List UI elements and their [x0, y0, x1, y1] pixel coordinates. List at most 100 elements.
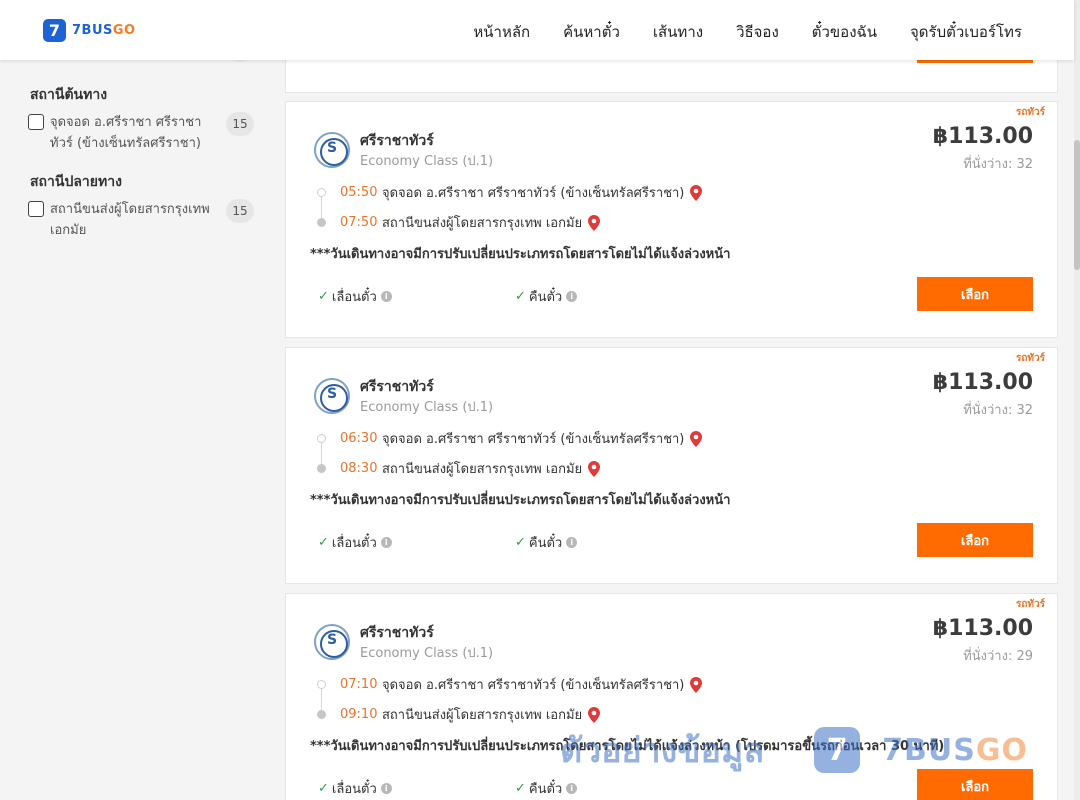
fare-price: ฿113.00: [932, 616, 1033, 641]
arrival-dot-icon: [317, 464, 326, 473]
nav-how-to-book[interactable]: วิธีจอง: [736, 20, 779, 44]
arrival-stop: สถานีขนส่งผู้โดยสารกรุงเทพ เอกมัย: [382, 462, 583, 477]
check-icon: ✓: [515, 535, 526, 550]
seats-available: ที่นั่งว่าง: 32: [963, 157, 1033, 172]
operator-name: ศรีราชาทัวร์: [360, 379, 434, 395]
arrival-time: 09:10: [340, 707, 378, 722]
map-pin-icon[interactable]: [690, 676, 703, 693]
bus-class: Economy Class (ป.1): [360, 154, 494, 169]
departure-row: 07:10 จุดจอด อ.ศรีราชา ศรีราชาทัวร์ (ข้า…: [340, 674, 703, 695]
bus-class: Economy Class (ป.1): [360, 646, 494, 661]
map-pin-icon[interactable]: [690, 184, 703, 201]
feature-refund[interactable]: ✓ คืนตั๋ว i: [515, 286, 578, 307]
origin-filter-option[interactable]: จุดจอด อ.ศรีราชา ศรีราชาทัวร์ (ข้างเซ็นท…: [28, 112, 258, 154]
departure-row: 05:50 จุดจอด อ.ศรีราชา ศรีราชาทัวร์ (ข้า…: [340, 182, 703, 203]
info-icon[interactable]: i: [380, 291, 392, 302]
origin-option-label: จุดจอด อ.ศรีราชา ศรีราชาทัวร์ (ข้างเซ็นท…: [50, 115, 202, 151]
check-icon: ✓: [515, 289, 526, 304]
operator-logo-icon: [314, 624, 350, 660]
info-icon[interactable]: i: [566, 783, 578, 794]
departure-stop: จุดจอด อ.ศรีราชา ศรีราชาทัวร์ (ข้างเซ็นท…: [382, 678, 685, 693]
feature-reschedule[interactable]: ✓ เลื่อนตั๋ว i: [318, 532, 392, 553]
arrival-row: 07:50 สถานีขนส่งผู้โดยสารกรุงเทพ เอกมัย: [340, 212, 601, 233]
select-trip-button[interactable]: เลือก: [917, 277, 1033, 311]
seats-available: ที่นั่งว่าง: 32: [963, 403, 1033, 418]
check-icon: ✓: [318, 289, 329, 304]
bus-type-tag: รถทัวร์: [1015, 599, 1045, 610]
operator-name: ศรีราชาทัวร์: [360, 133, 434, 149]
arrival-dot-icon: [317, 218, 326, 227]
page-scrollbar-track[interactable]: [1074, 0, 1080, 800]
feature-label: เลื่อนตั๋ว: [331, 290, 377, 305]
destination-filter-option[interactable]: สถานีขนส่งผู้โดยสารกรุงเทพ เอกมัย 15: [28, 199, 258, 241]
top-navbar: 7 7BUSGO หน้าหลัก ค้นหาตั๋ว เส้นทาง วิธี…: [0, 0, 1074, 60]
fare-price: ฿113.00: [932, 370, 1033, 395]
nav-pickup-points[interactable]: จุดรับตั๋วเบอร์โทร: [910, 20, 1022, 44]
operator-name: ศรีราชาทัวร์: [360, 625, 434, 641]
trip-note: ***วันเดินทางอาจมีการปรับเปลี่ยนประเภทรถ…: [310, 739, 945, 754]
departure-time: 06:30: [340, 431, 378, 446]
arrival-stop: สถานีขนส่งผู้โดยสารกรุงเทพ เอกมัย: [382, 708, 583, 723]
info-icon[interactable]: i: [566, 291, 578, 302]
select-trip-button[interactable]: เลือก: [917, 769, 1033, 800]
departure-dot-icon: [317, 434, 326, 443]
arrival-row: 08:30 สถานีขนส่งผู้โดยสารกรุงเทพ เอกมัย: [340, 458, 601, 479]
map-pin-icon[interactable]: [588, 214, 601, 231]
arrival-time: 07:50: [340, 215, 378, 230]
check-icon: ✓: [318, 535, 329, 550]
info-icon[interactable]: i: [380, 783, 392, 794]
feature-reschedule[interactable]: ✓ เลื่อนตั๋ว i: [318, 286, 392, 307]
select-trip-button[interactable]: เลือก: [917, 523, 1033, 557]
trip-card: รถทัวร์ ศรีราชาทัวร์ Economy Class (ป.1)…: [285, 593, 1058, 800]
arrival-time: 08:30: [340, 461, 378, 476]
info-icon[interactable]: i: [380, 537, 392, 548]
map-pin-icon[interactable]: [588, 706, 601, 723]
destination-checkbox[interactable]: [28, 201, 44, 217]
departure-stop: จุดจอด อ.ศรีราชา ศรีราชาทัวร์ (ข้างเซ็นท…: [382, 186, 685, 201]
map-pin-icon[interactable]: [690, 430, 703, 447]
operator-logo-icon: [314, 132, 350, 168]
feature-label: เลื่อนตั๋ว: [331, 536, 377, 551]
trip-card: รถทัวร์ ศรีราชาทัวร์ Economy Class (ป.1)…: [285, 101, 1058, 338]
feature-refund[interactable]: ✓ คืนตั๋ว i: [515, 532, 578, 553]
feature-label: คืนตั๋ว: [528, 782, 563, 797]
map-pin-icon[interactable]: [588, 460, 601, 477]
info-icon[interactable]: i: [566, 537, 578, 548]
departure-row: 06:30 จุดจอด อ.ศรีราชา ศรีราชาทัวร์ (ข้า…: [340, 428, 703, 449]
destination-option-label: สถานีขนส่งผู้โดยสารกรุงเทพ เอกมัย: [50, 202, 210, 238]
feature-label: คืนตั๋ว: [528, 290, 563, 305]
departure-time: 07:10: [340, 677, 378, 692]
fare-price: ฿113.00: [932, 124, 1033, 149]
departure-dot-icon: [317, 680, 326, 689]
check-icon: ✓: [515, 781, 526, 796]
main-nav: หน้าหลัก ค้นหาตั๋ว เส้นทาง วิธีจอง ตั๋วข…: [440, 20, 1022, 44]
origin-count-badge: 15: [226, 112, 254, 136]
departure-stop: จุดจอด อ.ศรีราชา ศรีราชาทัวร์ (ข้างเซ็นท…: [382, 432, 685, 447]
trip-card: รถทัวร์ ศรีราชาทัวร์ Economy Class (ป.1)…: [285, 347, 1058, 584]
brand-logo[interactable]: 7 7BUSGO: [43, 19, 136, 42]
nav-search-tickets[interactable]: ค้นหาตั๋ว: [563, 20, 620, 44]
arrival-stop: สถานีขนส่งผู้โดยสารกรุงเทพ เอกมัย: [382, 216, 583, 231]
arrival-dot-icon: [317, 710, 326, 719]
trip-note: ***วันเดินทางอาจมีการปรับเปลี่ยนประเภทรถ…: [310, 247, 731, 262]
destination-filter-title: สถานีปลายทาง: [30, 174, 122, 190]
trip-note: ***วันเดินทางอาจมีการปรับเปลี่ยนประเภทรถ…: [310, 493, 731, 508]
logo-mark-icon: 7: [43, 19, 66, 42]
seats-available: ที่นั่งว่าง: 29: [963, 649, 1033, 664]
nav-my-tickets[interactable]: ตั๋วของฉัน: [812, 20, 877, 44]
check-icon: ✓: [318, 781, 329, 796]
bus-type-tag: รถทัวร์: [1015, 107, 1045, 118]
nav-home[interactable]: หน้าหลัก: [473, 20, 530, 44]
bus-type-tag: รถทัวร์: [1015, 353, 1045, 364]
bus-class: Economy Class (ป.1): [360, 400, 494, 415]
page-scrollbar-thumb[interactable]: [1074, 140, 1080, 270]
filter-sidebar: สถานีต้นทาง จุดจอด อ.ศรีราชา ศรีราชาทัวร…: [0, 52, 272, 800]
feature-reschedule[interactable]: ✓ เลื่อนตั๋ว i: [318, 778, 392, 799]
origin-checkbox[interactable]: [28, 114, 44, 130]
feature-label: เลื่อนตั๋ว: [331, 782, 377, 797]
origin-filter-title: สถานีต้นทาง: [30, 87, 108, 103]
destination-count-badge: 15: [226, 199, 254, 223]
feature-label: คืนตั๋ว: [528, 536, 563, 551]
nav-routes[interactable]: เส้นทาง: [653, 20, 703, 44]
feature-refund[interactable]: ✓ คืนตั๋ว i: [515, 778, 578, 799]
